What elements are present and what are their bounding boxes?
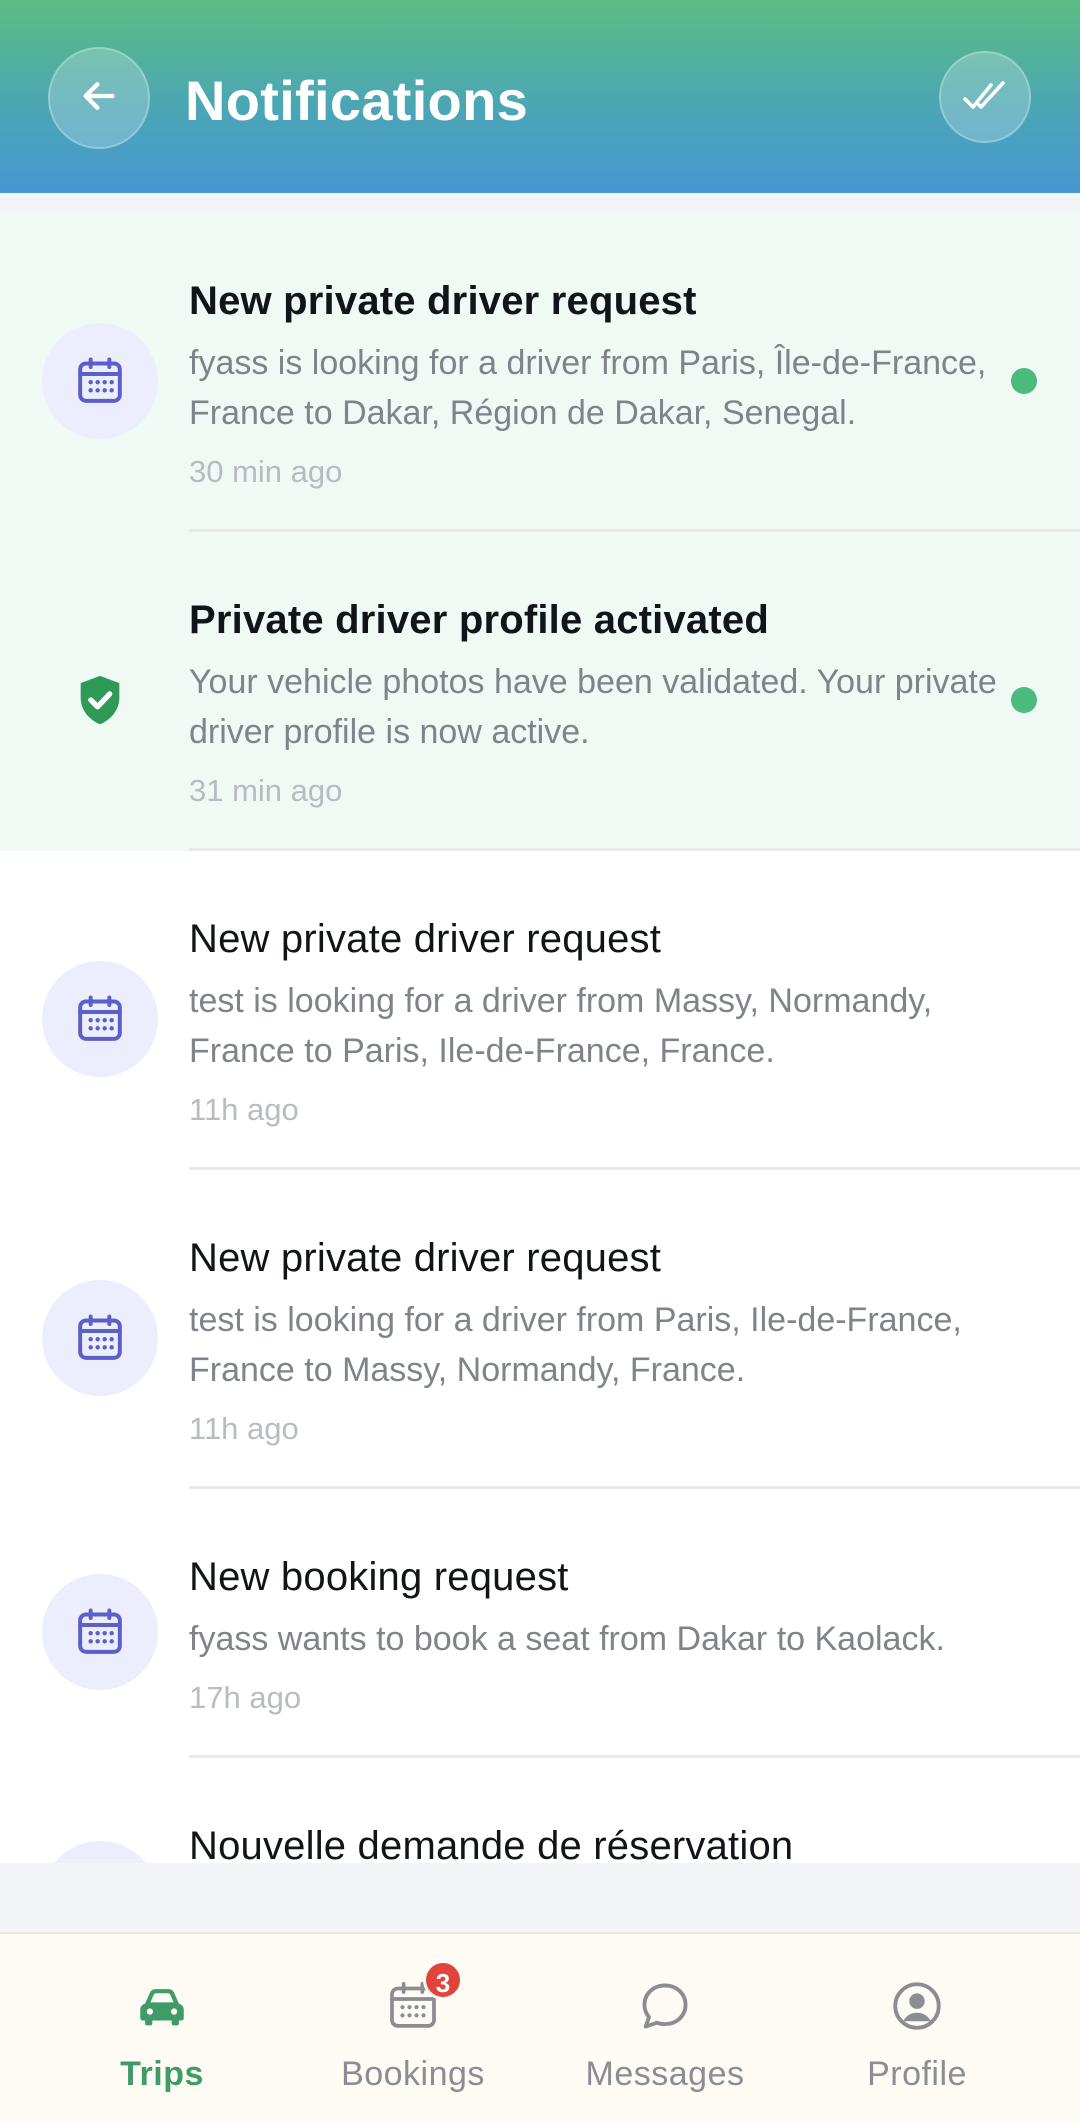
calendar-icon [42, 1841, 158, 1863]
notification-body: test is looking for a driver from Massy,… [189, 982, 933, 1070]
notification-body: fyass wants to book a seat from Dakar to… [189, 1620, 945, 1658]
unread-dot [1011, 687, 1037, 713]
nav-trips-label: Trips [120, 2055, 204, 2093]
notification-title: New booking request [189, 1555, 569, 1599]
nav-profile[interactable]: Profile [782, 1934, 1052, 2121]
car-icon [132, 1976, 192, 2036]
back-button[interactable] [48, 47, 150, 149]
notification-time: 17h ago [189, 1680, 302, 1715]
bottom-nav: Trips 3 Bookings Messages Profile [0, 1932, 1080, 2121]
notification-title: Nouvelle demande de réservation [189, 1824, 794, 1863]
notification-item[interactable]: Nouvelle demande de réservationOusmane L… [0, 1758, 1080, 1863]
nav-bookings[interactable]: 3 Bookings [278, 1934, 548, 2121]
notification-body: Your vehicle photos have been validated.… [189, 663, 997, 751]
nav-profile-label: Profile [867, 2055, 967, 2093]
nav-messages[interactable]: Messages [530, 1934, 800, 2121]
notification-item[interactable]: New private driver request test is lookin… [0, 1170, 1080, 1489]
unread-dot [1011, 368, 1037, 394]
notification-item[interactable]: New private driver request test is lookin… [0, 851, 1080, 1170]
calendar-icon [42, 1280, 158, 1396]
calendar-icon: 3 [383, 1960, 463, 2036]
nav-trips[interactable]: Trips [27, 1934, 297, 2121]
calendar-icon [42, 1574, 158, 1690]
chat-bubble-icon [635, 1976, 695, 2036]
notification-item[interactable]: Private driver profile activated Your veh… [0, 532, 1080, 851]
calendar-icon [42, 323, 158, 439]
page-title: Notifications [185, 69, 529, 132]
arrow-left-icon [79, 76, 119, 121]
notification-title: New private driver request [189, 1236, 662, 1280]
notification-list[interactable]: New private driver request fyass is looki… [0, 193, 1080, 1863]
app-header: Notifications [0, 0, 1080, 193]
notification-body: fyass is looking for a driver from Paris… [189, 344, 987, 432]
notification-title: Private driver profile activated [189, 598, 769, 642]
notification-time: 31 min ago [189, 773, 343, 808]
bookings-badge: 3 [423, 1960, 463, 2000]
list-top-gap [0, 193, 1080, 213]
nav-messages-label: Messages [585, 2055, 745, 2093]
double-check-icon [961, 71, 1009, 124]
notification-item[interactable]: New booking request fyass wants to book a… [0, 1489, 1080, 1758]
notification-body: test is looking for a driver from Paris,… [189, 1301, 962, 1389]
notification-time: 30 min ago [189, 454, 343, 489]
notification-title: New private driver request [189, 917, 662, 961]
calendar-icon [42, 961, 158, 1077]
shield-check-icon [62, 662, 138, 738]
notification-item[interactable]: New private driver request fyass is looki… [0, 213, 1080, 532]
user-circle-icon [887, 1976, 947, 2036]
mark-all-read-button[interactable] [939, 51, 1031, 143]
notification-time: 11h ago [189, 1092, 299, 1127]
nav-bookings-label: Bookings [341, 2055, 485, 2093]
notification-time: 11h ago [189, 1411, 299, 1446]
notification-title: New private driver request [189, 279, 697, 323]
